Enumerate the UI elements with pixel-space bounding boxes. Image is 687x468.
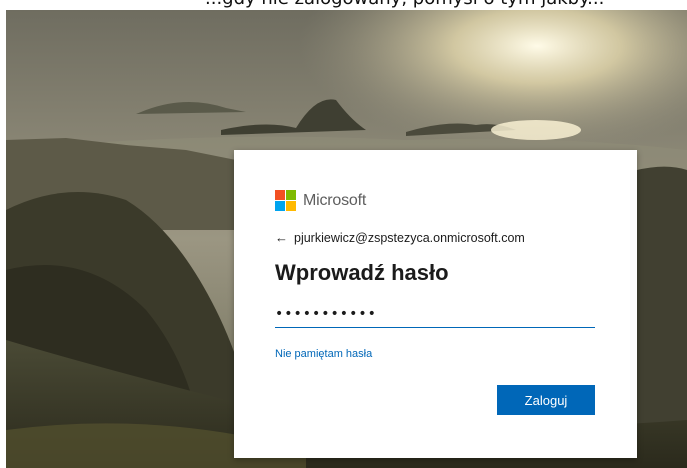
forgot-password-link[interactable]: Nie pamiętam hasła (275, 348, 372, 360)
microsoft-logo-icon (275, 190, 296, 211)
top-partial-text: ...gdy nie zalogowany, pomyśl o tym jakb… (205, 0, 604, 9)
top-strip: ...gdy nie zalogowany, pomyśl o tym jakb… (0, 0, 687, 10)
back-arrow-icon[interactable]: ← (275, 230, 288, 245)
password-field[interactable] (275, 301, 595, 328)
signin-button[interactable]: Zaloguj (497, 385, 595, 415)
microsoft-logo: Microsoft (275, 190, 366, 211)
account-email: pjurkiewicz@zspstezyca.onmicrosoft.com (294, 230, 525, 245)
microsoft-wordmark: Microsoft (303, 191, 367, 209)
page-title: Wprowadź hasło (275, 260, 449, 285)
account-identity: ← pjurkiewicz@zspstezyca.onmicrosoft.com (275, 230, 525, 245)
signin-card: Microsoft ← pjurkiewicz@zspstezyca.onmic… (234, 150, 637, 458)
